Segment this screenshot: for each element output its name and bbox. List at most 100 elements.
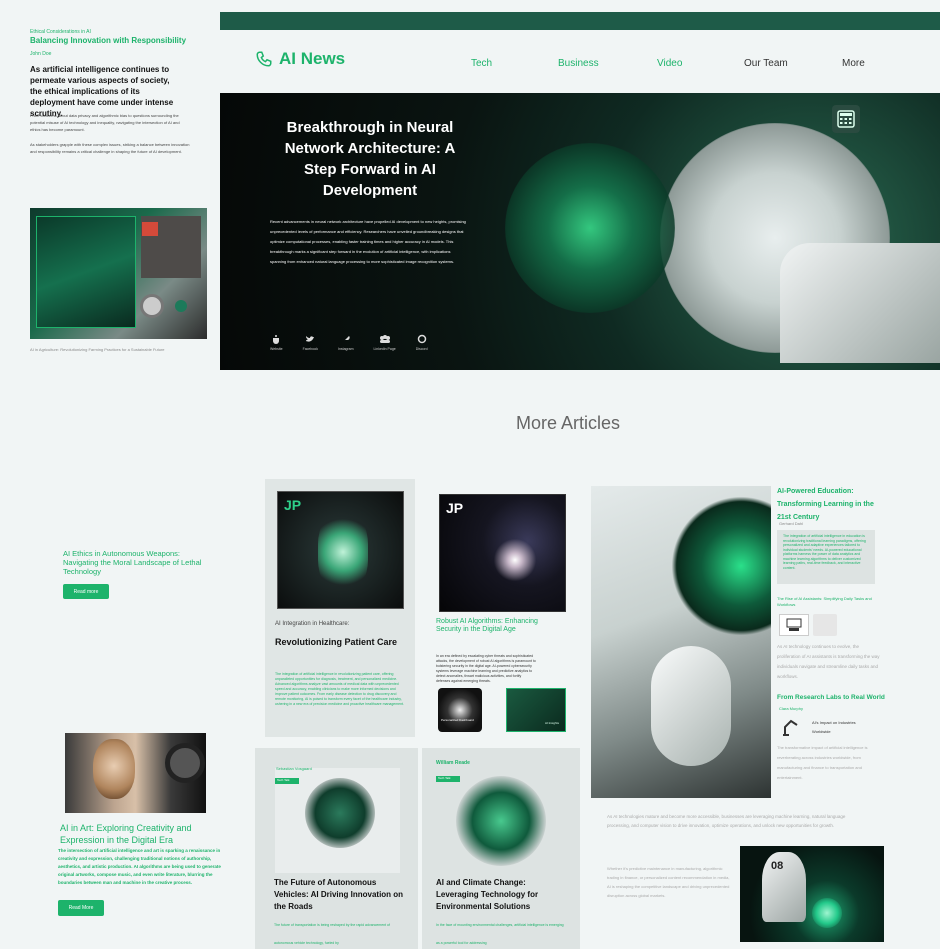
green-sphere-image [456,776,546,866]
read-more-button[interactable]: Read more [63,584,109,599]
education-quote: The integration of artificial intelligen… [777,530,875,584]
social-label: Facebook [302,347,318,351]
tag-badge: Tech Talk [436,776,460,782]
portrait-face [93,739,135,799]
assistant-thumbnail-2[interactable] [813,614,837,636]
assistants-body: As AI technology continues to evolve, th… [777,644,880,679]
jersey-number: 08 [771,860,784,872]
climate-body: In the face of mounting environmental ch… [436,923,564,945]
left-article-paragraph: As stakeholders grapple with these compl… [30,142,190,154]
terminal-icon [786,618,802,631]
art-article-title[interactable]: AI in Art: Exploring Creativity and Expr… [60,822,230,846]
social-label: Linkedin Page [373,347,396,351]
skeleton-runner-image: JP [277,491,404,609]
assistant-thumbnail[interactable] [779,614,809,636]
robot-feature-image[interactable] [591,486,771,798]
screen-illustration [36,216,136,328]
art-portrait-image[interactable] [65,733,206,813]
dashboard-label: Personalized Dashboard [441,718,474,722]
football-robot-image[interactable]: 08 [740,846,884,942]
left-article-author: John Doe [30,51,52,57]
robot-eye [165,743,205,783]
social-label: Discord [415,347,428,351]
sign-illustration [142,222,158,236]
phone-icon [256,51,272,67]
left-article-lead: As artificial intelligence continues to … [30,65,174,118]
nav-tech[interactable]: Tech [471,58,492,69]
bird-icon [306,336,315,342]
tag-badge: Tech Talk [275,778,299,784]
green-orb [505,143,675,313]
logo-text: AI News [279,49,346,68]
industry-thumbnail[interactable] [779,716,803,738]
security-card[interactable]: JP Robust AI Algorithms: Enhancing Secur… [424,486,580,738]
glowing-ball [812,898,842,928]
cup-icon [273,335,280,344]
security-body: In an era defined by escalating cyber th… [436,654,536,683]
climate-author: William Reade [436,760,470,766]
top-bar [220,12,940,30]
hero-banner: Breakthrough in Neural Network Architect… [220,93,940,370]
security-title: Robust AI Algorithms: Enhancing Security… [436,618,538,633]
robot-jersey [762,852,806,922]
left-article-kicker: Ethical Considerations in AI [30,29,91,35]
crowd-icon [379,335,390,343]
weapons-article-title[interactable]: AI Ethics in Autonomous Weapons: Navigat… [63,549,213,576]
healthcare-body: The integration of artificial intelligen… [275,672,404,706]
social-facebook[interactable]: Facebook [303,334,318,351]
social-instagram[interactable]: Instagram [338,334,354,351]
agriculture-image[interactable] [30,208,207,339]
knob-illustration [175,300,187,312]
robot-body [651,646,731,766]
social-links: Website Facebook Instagram Linkedin Page… [270,334,428,351]
climate-title: AI and Climate Change: Leveraging Techno… [436,878,539,911]
nav-business[interactable]: Business [558,58,599,69]
site-logo[interactable]: AI News [255,49,345,69]
robot-arm [780,243,940,363]
nav-our-team[interactable]: Our Team [744,58,788,69]
ai-insights-thumbnail[interactable]: AI Insights [506,688,566,732]
galaxy-image: JP [439,494,566,612]
robot-eye-glow [671,496,771,636]
nav-more[interactable]: More [842,58,865,69]
social-linkedin[interactable]: Linkedin Page [374,334,396,351]
education-author: Gerhard Dahl [779,521,804,526]
autonomous-title: The Future of Autonomous Vehicles: AI Dr… [274,878,404,911]
social-label: Website [270,347,283,351]
art-article-body: The intersection of artificial intellige… [58,848,221,885]
dashboard-thumbnail[interactable]: Personalized Dashboard [438,688,482,732]
autonomous-body: The future of transportation is being re… [274,923,390,945]
assistants-title[interactable]: The Rise of AI Assistants: Simplifying D… [777,596,877,608]
calculator-glyph [837,110,855,128]
social-label: Instagram [337,347,354,351]
healthcare-kicker: AI Integration in Healthcare: [275,621,350,627]
social-website[interactable]: Website [270,334,283,351]
robot-arm-icon [783,719,798,736]
autonomous-card[interactable]: Sebastian Vosgaard Tech Talk The Future … [255,748,418,949]
left-article-title[interactable]: Balancing Innovation with Responsibility [30,36,186,45]
autonomous-author: Sebastian Vosgaard [276,766,312,771]
hero-title[interactable]: Breakthrough in Neural Network Architect… [270,117,470,201]
more-articles-heading: More Articles [516,413,621,433]
research-title[interactable]: From Research Labs to Real World [777,694,885,701]
social-discord[interactable]: Discord [416,334,428,351]
hero-body: Recent advancements in neural network ar… [270,219,466,264]
feather-icon [341,336,350,343]
image-caption: AI in Agriculture: Revolutionizing Farmi… [30,347,165,352]
education-quote-text: The integration of artificial intelligen… [783,534,866,570]
bottom-paragraph: Whether it's predictive maintenance in m… [607,866,730,898]
healthcare-card[interactable]: JP AI Integration in Healthcare: Revolut… [265,479,415,737]
healthcare-title: Revolutionizing Patient Care [275,637,398,647]
ring-icon [417,334,426,344]
nav-video[interactable]: Video [657,58,682,69]
insights-label: AI Insights [545,721,560,725]
calculator-icon[interactable] [832,105,860,133]
education-title[interactable]: AI-Powered Education: Transforming Learn… [777,485,887,524]
read-more-button[interactable]: Read More [58,900,104,916]
dial-illustration [140,294,164,318]
impact-body: The transformative impact of artificial … [777,745,868,780]
research-author: Clara Murphy [779,706,804,711]
bottom-paragraph: As AI technologies mature and become mor… [607,814,846,828]
impact-label: AI's Impact on Industries Worldwide [812,720,856,734]
climate-card[interactable]: William Reade Tech Talk AI and Climate C… [422,748,580,949]
